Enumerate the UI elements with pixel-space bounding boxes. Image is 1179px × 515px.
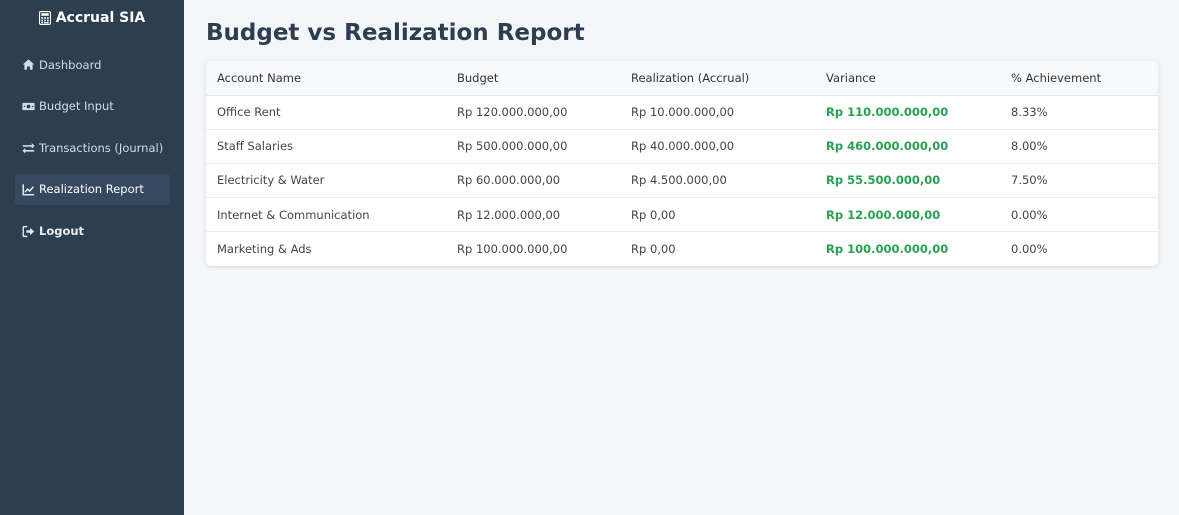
sign-out-icon [22,225,35,237]
cell-variance: Rp 110.000.000,00 [815,95,1000,130]
brand-name: Accrual SIA [55,10,146,26]
sidebar-nav: Dashboard Budget Input Transactions (Jou… [15,49,170,257]
sidebar-item-label: Logout [39,224,85,238]
page-title: Budget vs Realization Report [206,20,585,46]
report-card: Account Name Budget Realization (Accrual… [206,61,1158,266]
sidebar-item-transactions[interactable]: Transactions (Journal) [15,132,170,163]
sidebar-item-realization-report[interactable]: Realization Report [15,173,170,205]
cell-account: Electricity & Water [206,163,446,199]
column-header-achievement: % Achievement [1000,61,1158,96]
table-row: Marketing & Ads Rp 100.000.000,00 Rp 0,0… [206,232,1158,266]
calculator-icon [38,11,51,25]
money-bill-icon [22,102,35,110]
cell-account: Internet & Communication [206,197,446,233]
column-header-budget: Budget [446,61,620,96]
home-icon [22,59,35,70]
table-row: Electricity & Water Rp 60.000.000,00 Rp … [206,163,1158,199]
cell-realization: Rp 0,00 [620,197,815,233]
cell-variance: Rp 100.000.000,00 [826,242,949,257]
cell-achievement: 8.33% [1000,95,1158,130]
cell-realization: Rp 4.500.000,00 [620,163,815,199]
cell-achievement: 8.00% [1000,129,1158,164]
cell-variance: Rp 460.000.000,00 [815,129,1000,164]
cell-achievement: 0.00% [1000,197,1158,233]
sidebar-item-label: Realization Report [39,182,144,196]
brand[interactable]: Accrual SIA [0,0,184,36]
column-header-variance: Variance [815,61,1000,96]
report-table: Account Name Budget Realization (Accrual… [206,61,1158,266]
chart-line-icon [22,183,35,195]
sidebar-item-label: Transactions (Journal) [39,140,164,155]
cell-account: Marketing & Ads [217,242,312,257]
sidebar-item-dashboard[interactable]: Dashboard [15,49,170,80]
sidebar-item-budget-input[interactable]: Budget Input [15,91,170,122]
table-row: Office Rent Rp 120.000.000,00 Rp 10.000.… [206,95,1158,130]
table-header-row: Account Name Budget Realization (Accrual… [206,61,1158,96]
cell-achievement: 7.50% [1000,163,1158,199]
exchange-icon [22,143,35,154]
cell-budget: Rp 500.000.000,00 [446,129,620,164]
sidebar: Accrual SIA Dashboard Budget Input Trans… [0,0,184,515]
table-row: Staff Salaries Rp 500.000.000,00 Rp 40.0… [206,129,1158,164]
sidebar-item-label: Dashboard [39,57,102,72]
column-header-realization: Realization (Accrual) [620,61,815,96]
cell-budget: Rp 100.000.000,00 [457,242,568,257]
cell-account: Staff Salaries [206,129,446,164]
cell-realization: Rp 10.000.000,00 [620,95,815,130]
cell-realization: Rp 0,00 [631,242,676,257]
cell-variance: Rp 12.000.000,00 [815,197,1000,233]
cell-realization: Rp 40.000.000,00 [620,129,815,164]
sidebar-item-logout[interactable]: Logout [15,216,170,247]
cell-budget: Rp 12.000.000,00 [446,197,620,233]
cell-budget: Rp 120.000.000,00 [446,95,620,130]
cell-achievement: 0.00% [1011,242,1048,257]
cell-variance: Rp 55.500.000,00 [815,163,1000,199]
cell-account: Office Rent [206,95,446,130]
sidebar-item-label: Budget Input [39,99,114,113]
table-row: Internet & Communication Rp 12.000.000,0… [206,197,1158,233]
cell-budget: Rp 60.000.000,00 [446,163,620,199]
column-header-account: Account Name [206,61,446,96]
main-content: Budget vs Realization Report Account Nam… [206,0,1158,266]
